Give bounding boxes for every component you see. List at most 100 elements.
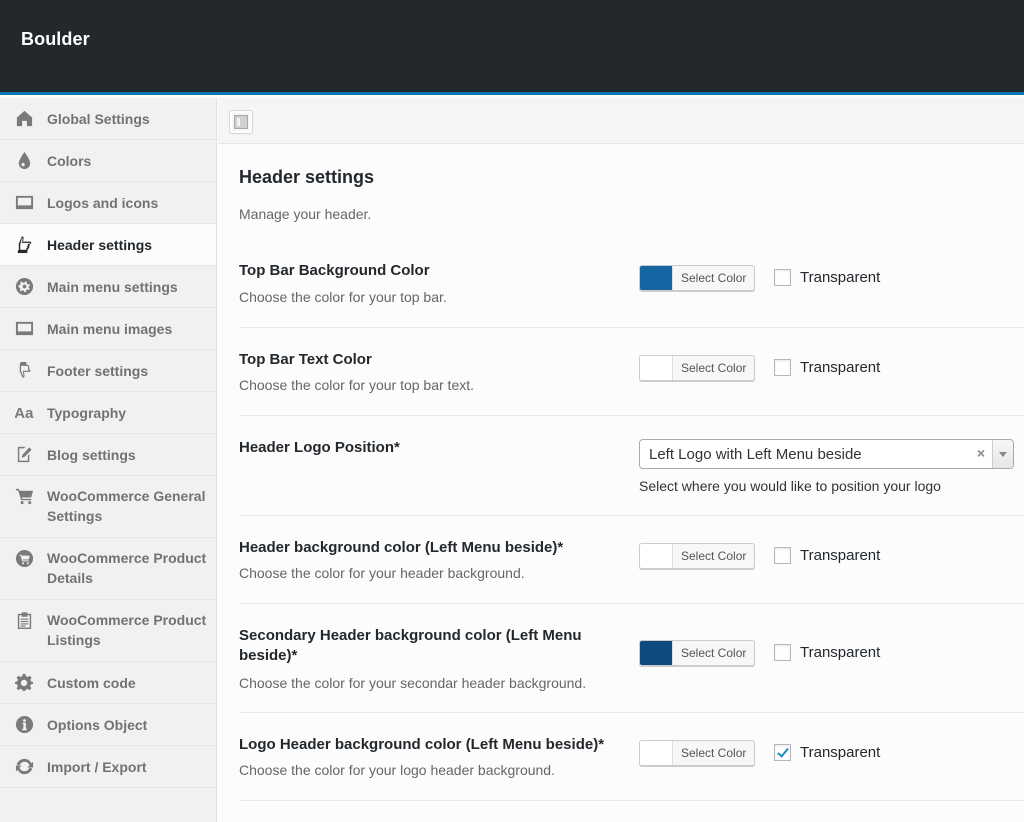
- setting-title: Logo Header background color (Left Menu …: [239, 736, 605, 753]
- transparent-checkbox[interactable]: [774, 547, 791, 564]
- select-color-label: Select Color: [681, 271, 747, 285]
- setting-title: Top Bar Background Color: [239, 262, 430, 279]
- sidebar-item-label: Custom code: [47, 674, 136, 691]
- transparent-label: Transparent: [800, 547, 881, 564]
- sidebar-item-footer-settings[interactable]: Footer settings: [0, 350, 216, 392]
- sidebar-item-label: Main menu settings: [47, 278, 178, 295]
- transparent-label: Transparent: [800, 269, 881, 286]
- sidebar-item-label: WooCommerce General Settings: [47, 488, 206, 524]
- setting-row-secondary-header-background-color-left-menu-beside: Secondary Header background color (Left …: [239, 604, 1024, 713]
- clipboard-icon: [14, 610, 34, 630]
- sidebar-item-options-object[interactable]: Options Object: [0, 704, 216, 746]
- expand-panel-button[interactable]: [229, 110, 253, 134]
- sidebar: Global Settings Colors Logos and icons Head…: [0, 98, 217, 822]
- cart-circle-icon: [14, 548, 34, 568]
- select-color-button[interactable]: Select Color: [639, 640, 756, 666]
- transparent-toggle[interactable]: Transparent: [774, 269, 880, 286]
- color-control: Select Color Transparent: [639, 640, 1019, 670]
- page-title: Header settings: [239, 167, 375, 187]
- edit-icon: [14, 445, 34, 465]
- sidebar-item-label: Import / Export: [47, 758, 147, 775]
- transparent-toggle[interactable]: Transparent: [774, 359, 880, 376]
- sidebar-item-label: Global Settings: [47, 110, 150, 127]
- transparent-label: Transparent: [800, 359, 881, 376]
- select-hint: Select where you would like to position …: [639, 478, 941, 494]
- transparent-checkbox[interactable]: [774, 744, 791, 761]
- app-title: Boulder: [21, 29, 90, 49]
- color-swatch: [640, 356, 673, 380]
- setting-title: Top Bar Text Color: [239, 351, 372, 368]
- monitor-icon: [14, 319, 34, 339]
- select-color-button[interactable]: Select Color: [639, 355, 756, 381]
- setting-title: Secondary Header background color (Left …: [239, 627, 582, 664]
- sidebar-item-label: Header settings: [47, 236, 153, 253]
- transparent-checkbox[interactable]: [774, 359, 791, 376]
- setting-row-header-background-color-left-menu-beside: Header background color (Left Menu besid…: [239, 516, 1024, 604]
- page-description: Manage your header.: [239, 206, 372, 222]
- transparent-toggle[interactable]: Transparent: [774, 744, 880, 761]
- sidebar-item-woocommerce-product-details[interactable]: WooCommerce Product Details: [0, 538, 216, 600]
- expand-panel-icon: [234, 115, 248, 129]
- sidebar-item-typography[interactable]: Aa Typography: [0, 392, 216, 434]
- select-value: Left Logo with Left Menu beside: [649, 446, 862, 463]
- select-color-button[interactable]: Select Color: [639, 543, 756, 569]
- setting-description: Choose the color for your secondar heade…: [239, 675, 587, 691]
- transparent-checkbox[interactable]: [774, 644, 791, 661]
- gear-icon: [14, 673, 34, 693]
- sidebar-item-header-settings[interactable]: Header settings: [0, 224, 216, 266]
- sidebar-item-woocommerce-product-listings[interactable]: WooCommerce Product Listings: [0, 600, 216, 662]
- sidebar-item-label: Footer settings: [47, 362, 149, 379]
- sidebar-item-custom-code[interactable]: Custom code: [0, 662, 216, 704]
- sidebar-item-main-menu-images[interactable]: Main menu images: [0, 308, 216, 350]
- setting-description: Choose the color for your top bar.: [239, 289, 447, 305]
- cart-icon: [14, 486, 34, 506]
- dropdown-arrow-icon[interactable]: [992, 440, 1013, 468]
- transparent-toggle[interactable]: Transparent: [774, 644, 880, 661]
- sidebar-item-label: Main menu images: [47, 320, 173, 337]
- transparent-toggle[interactable]: Transparent: [774, 547, 880, 564]
- transparent-checkbox[interactable]: [774, 269, 791, 286]
- setting-description: Choose the color for your top bar text.: [239, 377, 475, 393]
- select-color-label: Select Color: [681, 549, 747, 563]
- color-control: Select Color Transparent: [639, 543, 1019, 573]
- setting-title: Header background color (Left Menu besid…: [239, 539, 564, 556]
- color-swatch: [640, 266, 673, 290]
- sidebar-item-blog-settings[interactable]: Blog settings: [0, 434, 216, 476]
- logo-position-select[interactable]: Left Logo with Left Menu beside ×: [639, 439, 1014, 469]
- info-icon: [14, 715, 34, 735]
- monitor-icon: [14, 193, 34, 213]
- select-color-button[interactable]: Select Color: [639, 740, 756, 766]
- color-swatch: [640, 741, 673, 765]
- clear-selection-icon[interactable]: ×: [977, 445, 985, 461]
- select-color-label: Select Color: [681, 646, 747, 660]
- color-control: Select Color Transparent: [639, 355, 1019, 385]
- sidebar-item-label: Blog settings: [47, 446, 136, 463]
- sidebar-item-import-export[interactable]: Import / Export: [0, 746, 216, 788]
- main-content: Header settings Manage your header. Top …: [218, 145, 1024, 822]
- sidebar-item-main-menu-settings[interactable]: Main menu settings: [0, 266, 216, 308]
- sidebar-item-label: WooCommerce Product Listings: [47, 612, 207, 648]
- color-control: Select Color Transparent: [639, 740, 1019, 770]
- options-toolbar: [218, 98, 1024, 144]
- hand-up-icon: [14, 235, 34, 255]
- sidebar-item-global-settings[interactable]: Global Settings: [0, 98, 216, 140]
- color-swatch: [640, 641, 673, 665]
- font-icon: Aa: [14, 403, 34, 423]
- hand-down-icon: [14, 361, 34, 381]
- sidebar-item-woocommerce-general-settings[interactable]: WooCommerce General Settings: [0, 476, 216, 538]
- refresh-icon: [14, 757, 34, 777]
- sidebar-item-logos-and-icons[interactable]: Logos and icons: [0, 182, 216, 224]
- sidebar-item-label: Logos and icons: [47, 194, 159, 211]
- sidebar-item-colors[interactable]: Colors: [0, 140, 216, 182]
- drop-icon: [14, 151, 34, 171]
- logo-position-control: Left Logo with Left Menu beside × Select w…: [639, 439, 1024, 499]
- sidebar-item-label: Typography: [47, 404, 127, 421]
- sidebar-item-label: Options Object: [47, 716, 148, 733]
- transparent-label: Transparent: [800, 744, 881, 761]
- select-color-button[interactable]: Select Color: [639, 265, 756, 291]
- sidebar-item-label: Colors: [47, 152, 92, 169]
- setting-title: Header Logo Position*: [239, 439, 400, 456]
- color-swatch: [640, 544, 673, 568]
- color-control: Select Color Transparent: [639, 265, 1019, 295]
- home-icon: [14, 109, 34, 129]
